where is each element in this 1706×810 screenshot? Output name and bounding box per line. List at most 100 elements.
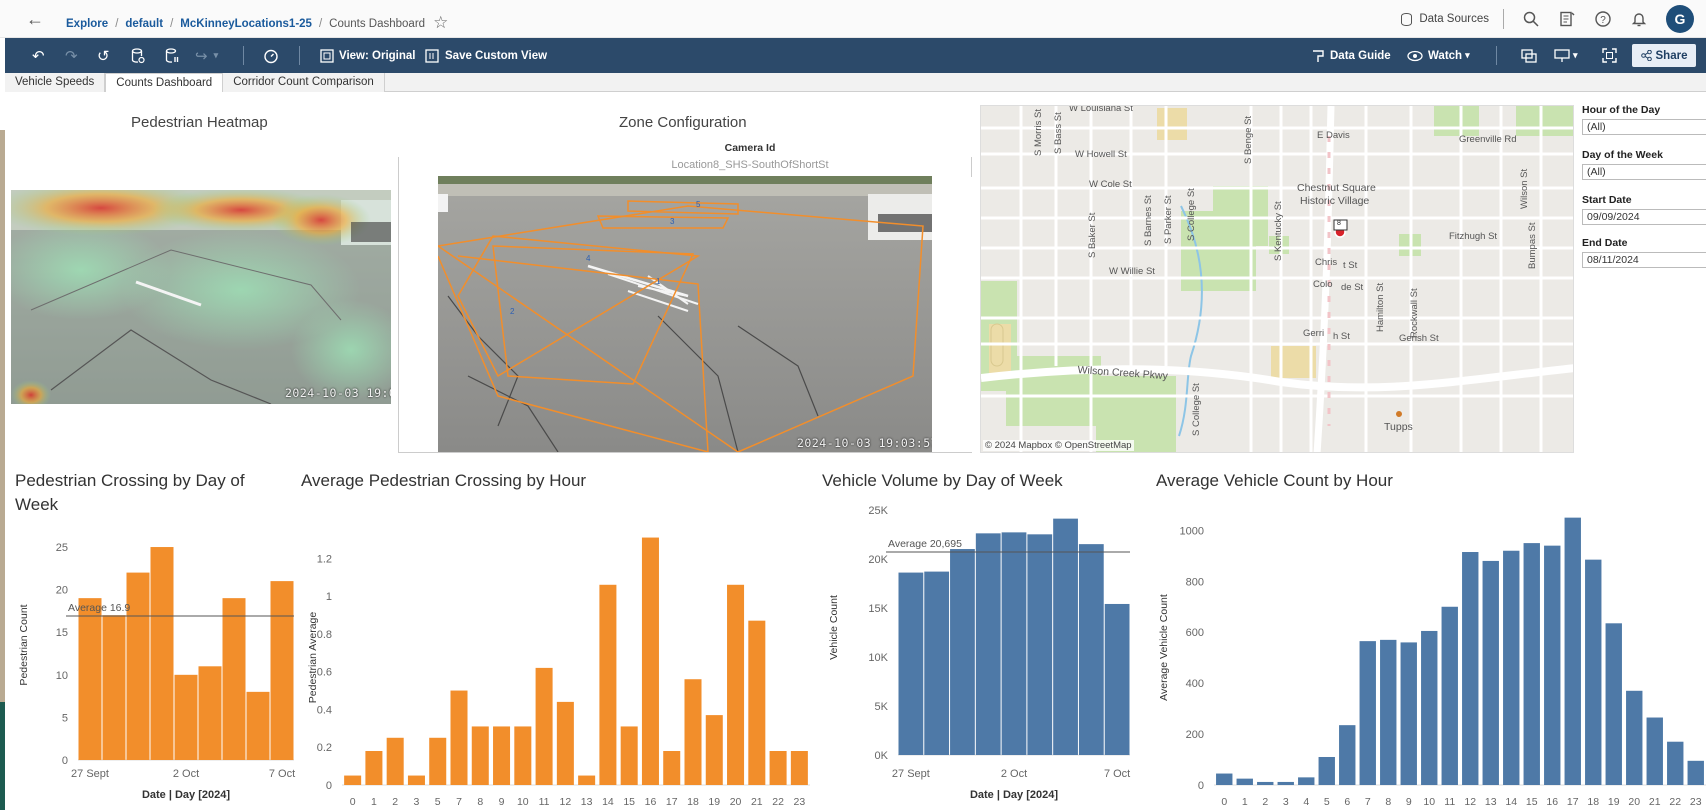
map-label: W Louisiana St bbox=[1069, 105, 1133, 114]
filter-hour-of-day: Hour of the Day (All) bbox=[1582, 104, 1706, 135]
favorite-star-icon[interactable]: ☆ bbox=[433, 13, 448, 32]
zone-config-title: Zone Configuration bbox=[619, 114, 747, 131]
y-tick-label: 200 bbox=[1186, 729, 1204, 741]
performance-timer-icon[interactable] bbox=[263, 38, 279, 73]
chart-veh-day[interactable]: 0K 5K 10K 15K 20K 25K Vehicle Count 27 Sept 2 Oc… bbox=[820, 495, 1150, 810]
chart-bar bbox=[1318, 756, 1335, 785]
chart-bar bbox=[246, 691, 270, 760]
x-tick-label: 23 bbox=[794, 796, 806, 808]
x-tick-label: 11 bbox=[1444, 796, 1455, 808]
save-custom-view-button[interactable]: Save Custom View bbox=[425, 38, 547, 73]
chart-bar bbox=[1687, 760, 1704, 785]
breadcrumb-explore[interactable]: Explore bbox=[66, 18, 108, 30]
y-tick-label: 0 bbox=[1198, 780, 1204, 792]
map-label: Chris bbox=[1315, 257, 1338, 268]
chart-ped-hour[interactable]: 00.20.40.60.811.2Pedestrian Average0 1 2 3 5… bbox=[300, 525, 820, 810]
chart-bar bbox=[1400, 642, 1417, 785]
breadcrumb-project[interactable]: McKinneyLocations1-25 bbox=[180, 18, 312, 30]
y-tick-label: 15K bbox=[868, 603, 888, 615]
y-tick-label: 20 bbox=[56, 585, 68, 597]
x-tick-label: 12 bbox=[1464, 796, 1476, 808]
view-original-button[interactable]: View: Original bbox=[320, 38, 415, 73]
breadcrumb-current: Counts Dashboard bbox=[329, 18, 426, 30]
user-avatar[interactable]: G bbox=[1666, 5, 1694, 33]
pause-updates-icon[interactable] bbox=[165, 38, 179, 73]
x-tick-label: 6 bbox=[1344, 796, 1350, 808]
tab-corridor-count-comparison[interactable]: Corridor Count Comparison bbox=[223, 73, 385, 92]
chart-bar bbox=[365, 751, 383, 785]
chart-bar bbox=[705, 715, 723, 785]
y-axis-label: Average Vehicle Count bbox=[1158, 594, 1170, 701]
map-label: Tupps bbox=[1384, 421, 1413, 433]
chart-bar bbox=[1078, 544, 1104, 755]
undo-icon[interactable]: ↶ bbox=[32, 38, 51, 73]
x-tick-label: 23 bbox=[1690, 796, 1702, 808]
y-tick-label: 5 bbox=[62, 712, 68, 724]
chart-bar bbox=[1104, 603, 1130, 755]
search-icon[interactable] bbox=[1522, 10, 1540, 28]
chart-title-ped-day: Pedestrian Crossing by Day of Week bbox=[15, 471, 245, 514]
chart-ped-day[interactable]: 0 5 10 15 20 25 Pedestrian Count 27 Sept 2 Oct 7 … bbox=[10, 525, 300, 810]
x-tick-label: 11 bbox=[539, 796, 550, 808]
chart-veh-hour[interactable]: 0 200 400 600 800 1000 Average Vehicle Count 0 1… bbox=[1150, 505, 1706, 810]
x-tick-label: 0 bbox=[1221, 796, 1227, 808]
help-icon[interactable]: ? bbox=[1594, 10, 1612, 28]
zone-configuration-image[interactable]: 1 2 3 4 5 2024-10-03 19:03:57 bbox=[438, 176, 932, 452]
zone-left-border bbox=[398, 157, 399, 453]
start-date-input[interactable]: 09/09/2024 bbox=[1582, 209, 1706, 225]
x-tick-label: 2 Oct bbox=[173, 768, 199, 780]
share-button[interactable]: Share bbox=[1632, 44, 1696, 67]
revert-icon[interactable]: ↺ bbox=[97, 38, 116, 73]
comments-icon[interactable] bbox=[1521, 38, 1537, 73]
filter-day-select[interactable]: (All) bbox=[1582, 164, 1706, 180]
tab-vehicle-speeds[interactable]: Vehicle Speeds bbox=[5, 73, 106, 92]
refresh-data-icon[interactable] bbox=[131, 38, 145, 73]
x-tick-label: 20 bbox=[1628, 796, 1640, 808]
data-sources-button[interactable]: Data Sources bbox=[1401, 12, 1489, 26]
y-tick-label: 800 bbox=[1186, 576, 1204, 588]
replay-animation-icon[interactable]: ↪ ▾ bbox=[195, 38, 218, 73]
toolbar-divider bbox=[299, 46, 300, 65]
tab-counts-dashboard[interactable]: Counts Dashboard bbox=[105, 73, 224, 92]
x-tick-label: 7 bbox=[456, 796, 462, 808]
chart-bar bbox=[1482, 560, 1499, 785]
map-label: Greenville Rd bbox=[1459, 134, 1517, 145]
breadcrumb-default[interactable]: default bbox=[125, 18, 163, 30]
y-tick-label: 0.4 bbox=[317, 704, 332, 716]
chart-bar bbox=[578, 775, 596, 785]
data-sources-label: Data Sources bbox=[1419, 13, 1489, 25]
map-label: S College St bbox=[1191, 383, 1202, 436]
chart-bar bbox=[450, 690, 468, 785]
x-tick-label: 8 bbox=[1385, 796, 1391, 808]
location-map[interactable]: W Louisiana St E Davis Greenville Rd S M… bbox=[980, 105, 1574, 453]
chart-bar bbox=[1441, 606, 1458, 785]
back-arrow-icon[interactable]: ← bbox=[26, 9, 46, 29]
pedestrian-heatmap-image[interactable]: 2024-10-03 19:03:57 bbox=[11, 190, 391, 404]
header-actions: Data Sources ? G bbox=[1401, 5, 1694, 33]
chart-bar bbox=[270, 581, 294, 760]
chart-bar bbox=[1646, 717, 1663, 785]
x-tick-label: 14 bbox=[602, 796, 614, 808]
chart-bar bbox=[1001, 532, 1027, 755]
x-tick-label: 3 bbox=[1283, 796, 1289, 808]
download-icon[interactable]: ▾ bbox=[1554, 38, 1578, 73]
y-tick-label: 10K bbox=[868, 652, 888, 664]
data-guide-button[interactable]: Data Guide bbox=[1311, 38, 1391, 73]
full-screen-icon[interactable] bbox=[1602, 38, 1617, 73]
x-tick-label: 10 bbox=[517, 796, 529, 808]
notifications-bell-icon[interactable] bbox=[1630, 10, 1648, 28]
y-tick-label: 20K bbox=[868, 554, 888, 566]
filter-hour-select[interactable]: (All) bbox=[1582, 119, 1706, 135]
map-label: E Davis bbox=[1317, 130, 1350, 141]
watch-button[interactable]: Watch ▾ bbox=[1407, 38, 1470, 73]
x-tick-label: 20 bbox=[730, 796, 742, 808]
redo-icon[interactable]: ↷ bbox=[65, 38, 84, 73]
y-axis-label: Pedestrian Average bbox=[307, 612, 319, 704]
chart-bar bbox=[1257, 781, 1274, 785]
end-date-input[interactable]: 08/11/2024 bbox=[1582, 252, 1706, 268]
zone-number: 5 bbox=[696, 200, 701, 209]
map-label: Colo bbox=[1313, 279, 1333, 290]
x-tick-label: 2 bbox=[1262, 796, 1268, 808]
recommendations-icon[interactable] bbox=[1558, 10, 1576, 28]
y-axis-label: Vehicle Count bbox=[828, 595, 840, 660]
